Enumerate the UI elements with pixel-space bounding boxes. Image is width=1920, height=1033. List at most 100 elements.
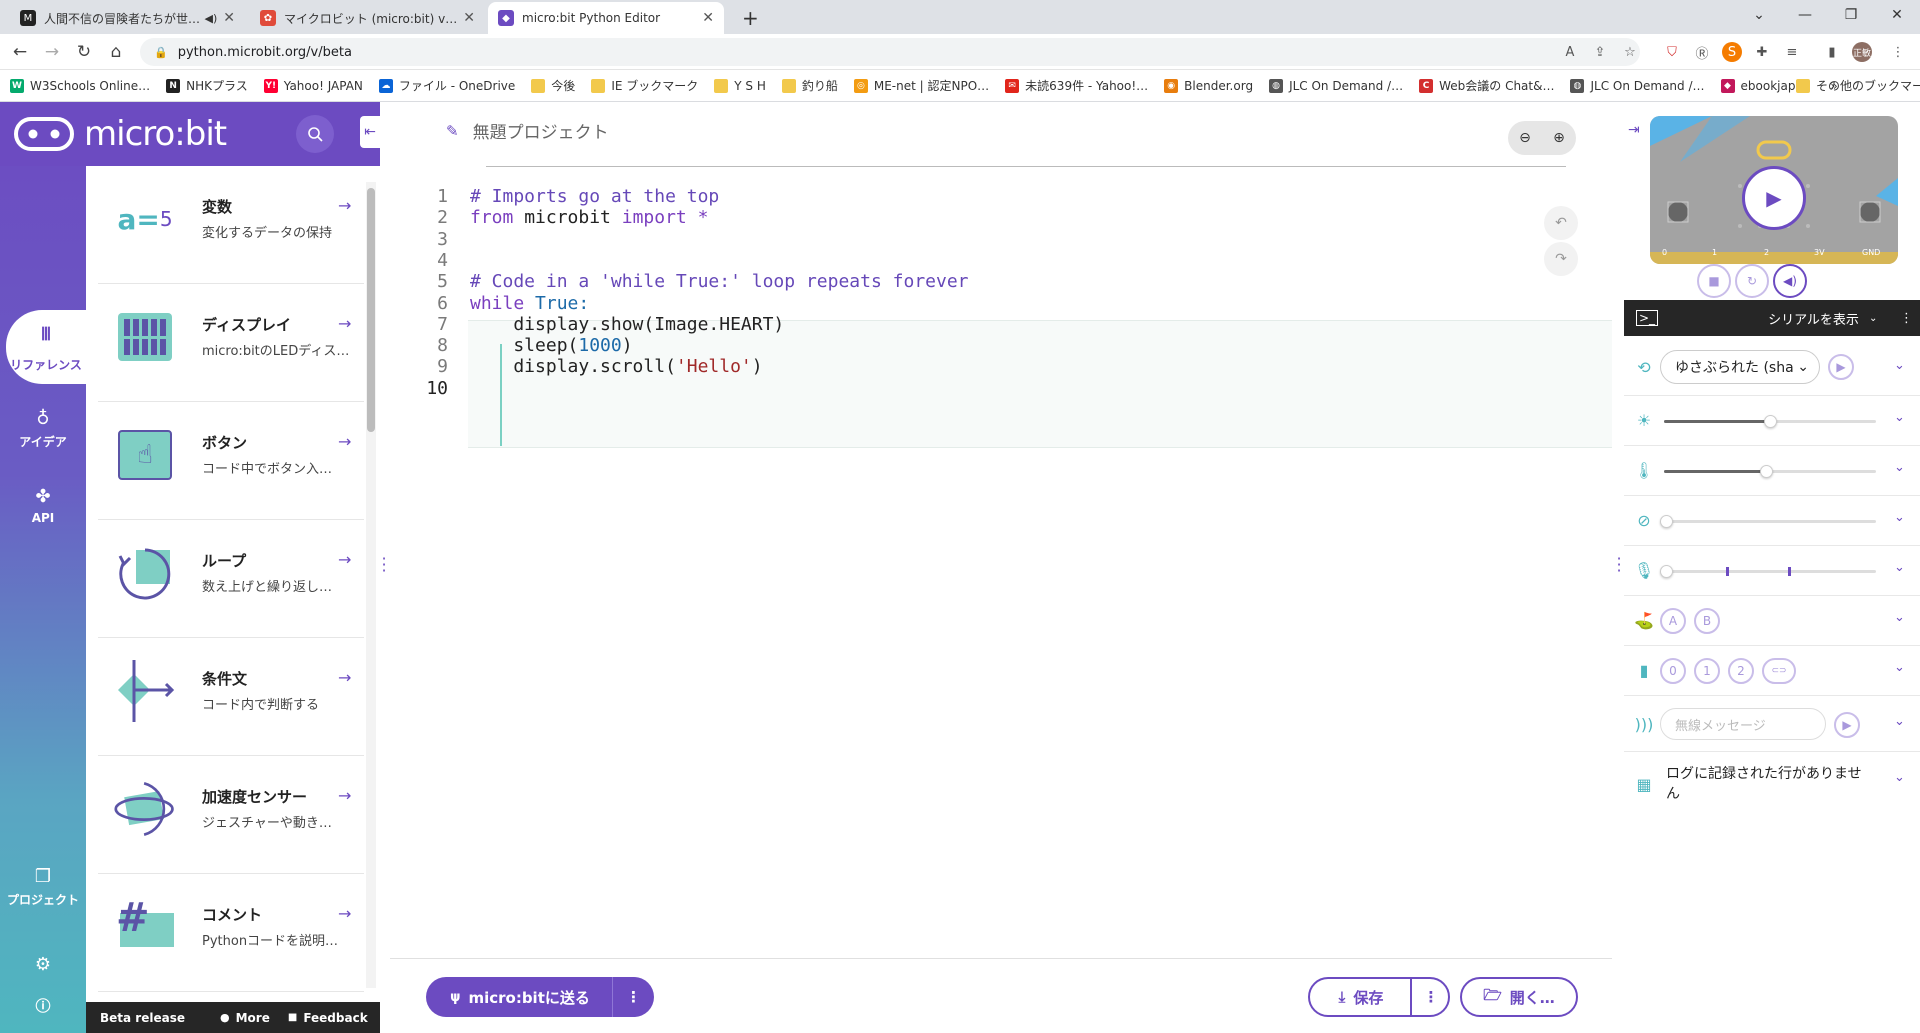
bookmark-star-icon[interactable]: ☆ [1620,42,1640,62]
sidebar-resize-handle[interactable]: · · · [381,551,387,579]
extension-badge-icon[interactable]: S [1722,42,1742,62]
bookmark-item[interactable]: ☁ ファイル - OneDrive [378,77,515,94]
translate-icon[interactable]: A [1560,42,1580,62]
light-slider[interactable] [1664,415,1876,428]
search-button[interactable] [296,115,334,153]
code-line[interactable]: sleep(1000) [470,335,632,356]
ref-item-comments[interactable]: # コメント Pythonコードを説明… → [98,874,364,992]
touch-pin-0[interactable]: 0 [1660,658,1686,684]
chevron-down-icon[interactable]: ⌄ [1894,714,1905,729]
serial-menu-icon[interactable]: ⋮ [1900,311,1913,326]
gesture-select[interactable]: ゆさぶられた (sha ⌄ [1660,350,1820,384]
chevron-down-icon[interactable]: ⌄ [1894,610,1905,625]
home-icon[interactable]: ⌂ [104,40,128,64]
simulator-reset-button[interactable]: ↻ [1735,264,1769,298]
browser-tab-3-active[interactable]: ◆ micro:bit Python Editor ✕ [488,2,724,34]
simulator-sound-button[interactable]: ◀) [1773,264,1807,298]
chevron-down-icon[interactable]: ⌄ [1894,510,1905,525]
bookmark-item[interactable]: IE ブックマーク [591,77,698,94]
code-line[interactable]: # Code in a 'while True:' loop repeats f… [470,271,969,292]
restore-icon[interactable]: ❐ [1828,0,1874,30]
compass-slider-knob[interactable] [1660,515,1673,528]
ref-item-display[interactable]: ディスプレイ micro:bitのLEDディス… → [98,284,364,402]
touch-logo[interactable]: ⊂⊃ [1762,658,1796,684]
code-line[interactable]: display.scroll('Hello') [470,356,762,377]
ref-item-conditionals[interactable]: 条件文 コード内で判断する → [98,638,364,756]
bookmark-item[interactable]: ◉ Blender.org [1164,78,1253,93]
bookmark-item[interactable]: Y S H [714,78,766,93]
simulator-resize-handle[interactable]: · · · [1616,551,1622,579]
close-window-icon[interactable]: ✕ [1874,0,1920,30]
tab-search-icon[interactable]: ⌄ [1736,0,1782,30]
undo-button[interactable]: ↶ [1544,206,1578,240]
collapse-simulator-icon[interactable]: ⇥ [1628,122,1640,138]
reading-list-icon[interactable]: ≡ [1782,42,1802,62]
button-b[interactable]: B [1694,608,1720,634]
touch-pin-1[interactable]: 1 [1694,658,1720,684]
compass-slider[interactable] [1660,515,1876,528]
minimize-icon[interactable]: — [1782,0,1828,30]
nav-api[interactable]: ✤ API [0,486,86,525]
ref-item-variables[interactable]: a= 5 変数 変化するデータの保持 → [98,166,364,284]
share-icon[interactable]: ⇪ [1590,42,1610,62]
code-line[interactable]: # Imports go at the top [470,186,719,207]
bookmark-item[interactable]: Y! Yahoo! JAPAN [263,78,363,93]
ref-item-buttons[interactable]: ☝ ボタン コード中でボタン入… → [98,402,364,520]
chevron-down-icon[interactable]: ⌄ [1894,770,1905,785]
collapse-panel-button[interactable]: ⇤ [360,116,380,148]
simulator-play-button[interactable]: ▶ [1742,166,1806,230]
forward-icon[interactable]: → [40,40,64,64]
bookmark-item[interactable]: ◍ JLC On Demand /… [1269,78,1403,93]
close-tab-icon[interactable]: ✕ [463,10,475,26]
help-button[interactable]: ⓘ [0,995,86,1020]
bookmark-item[interactable]: 釣り船 [781,77,838,94]
browser-tab-1[interactable]: M 人間不信の冒険者たちが世界を… ◀) ✕ [10,2,245,34]
chevron-down-icon[interactable]: ⌄ [1894,660,1905,675]
chevron-down-icon[interactable]: ⌄ [1894,358,1905,373]
radio-message-input[interactable]: 無線メッセージ [1660,708,1826,740]
profile-avatar[interactable]: 正敏 [1852,42,1872,62]
close-tab-icon[interactable]: ✕ [702,10,714,26]
microphone-slider-knob[interactable] [1660,565,1673,578]
extensions-puzzle-icon[interactable]: ✚ [1752,42,1772,62]
bookmark-item[interactable]: 今後 [531,77,575,94]
back-icon[interactable]: ← [8,40,32,64]
project-name[interactable]: ✎ 無題プロジェクト [446,118,609,144]
gesture-send-button[interactable]: ▶ [1828,354,1854,380]
ref-item-loops[interactable]: ループ 数え上げと繰り返し… → [98,520,364,638]
ref-item-accelerometer[interactable]: 加速度センサー ジェスチャーや動き… → [98,756,364,874]
radio-send-button[interactable]: ▶ [1834,712,1860,738]
button-a[interactable]: A [1660,608,1686,634]
bookmark-item[interactable]: W W3Schools Online… [10,78,150,93]
save-options-icon[interactable]: ⋮ [1410,979,1450,1015]
speaker-icon[interactable]: ◀) [205,12,218,25]
simulator-stop-button[interactable]: ■ [1697,264,1731,298]
code-line[interactable]: display.show(Image.HEART) [470,314,784,335]
code-line[interactable]: from microbit import * [470,207,708,228]
zoom-out-button[interactable]: ⊖ [1508,121,1542,155]
bookmark-item[interactable]: N NHKプラス [166,77,248,94]
side-panel-icon[interactable]: ▮ [1822,42,1842,62]
bookmark-item[interactable]: ✉ 未読639件 - Yahoo!… [1005,77,1148,94]
zoom-in-button[interactable]: ⊕ [1542,121,1576,155]
chevron-down-icon[interactable]: ⌄ [1894,460,1905,475]
bookmark-item[interactable]: ◎ ME-net | 認定NPO… [853,77,989,94]
temperature-slider-knob[interactable] [1759,465,1773,478]
chevron-down-icon[interactable]: ⌄ [1894,560,1905,575]
open-button[interactable]: 🗁 開く… [1460,977,1578,1017]
code-line[interactable]: while True: [470,293,589,314]
touch-pin-2[interactable]: 2 [1728,658,1754,684]
more-link[interactable]: ● More [220,1011,270,1025]
extension-shield-icon[interactable]: ⛉ [1662,42,1682,62]
close-tab-icon[interactable]: ✕ [223,10,235,26]
send-options-icon[interactable]: ⋮ [612,977,654,1017]
nav-ideas[interactable]: ♁ アイデア [0,408,86,450]
other-bookmarks[interactable]: その他のブックマーク [1796,77,1920,94]
light-slider-knob[interactable] [1764,415,1777,428]
extension-reader-icon[interactable]: Ⓡ [1692,42,1712,62]
send-to-microbit-button[interactable]: ψ micro:bitに送る ⋮ [426,977,654,1017]
address-bar[interactable]: 🔒 python.microbit.org/v/beta [140,38,1640,66]
serial-bar[interactable]: >_ シリアルを表示 ⌄ ⋮ [1624,300,1920,336]
bookmark-item[interactable]: ◍ JLC On Demand /… [1570,78,1705,93]
reference-scrollbar-thumb[interactable] [367,188,375,432]
